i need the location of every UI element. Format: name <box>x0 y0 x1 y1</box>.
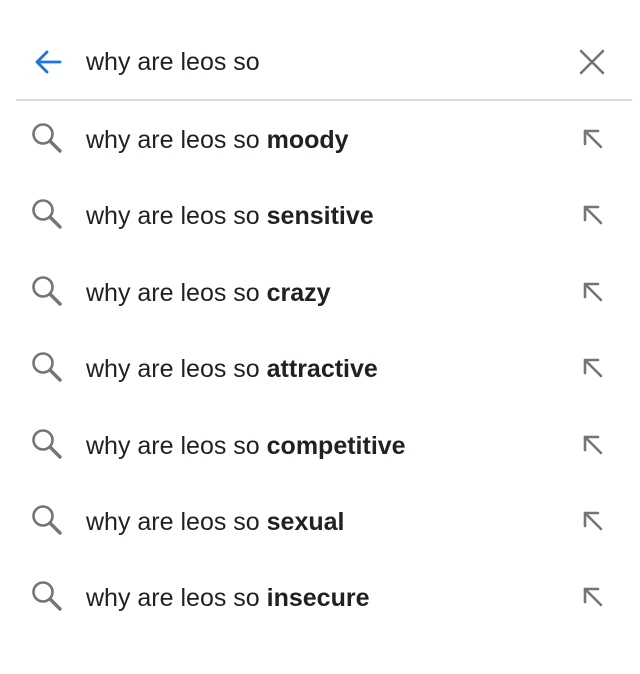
suggestion-text: why are leos so sensitive <box>86 200 374 232</box>
search-input[interactable] <box>86 44 546 80</box>
search-icon <box>32 428 62 459</box>
suggestion-list: why are leos so moody why are leos so se… <box>0 102 640 637</box>
fill-query-button[interactable] <box>574 196 612 234</box>
arrow-up-left-icon <box>583 282 603 302</box>
suggestion-item[interactable]: why are leos so competitive <box>0 408 640 484</box>
arrow-up-left-icon <box>583 129 603 149</box>
suggestion-item[interactable]: why are leos so moody <box>0 102 640 178</box>
fill-query-button[interactable] <box>574 273 612 311</box>
close-icon <box>579 49 605 75</box>
suggestion-prefix: why are leos so <box>86 584 267 613</box>
suggestion-text: why are leos so crazy <box>86 277 331 309</box>
suggestion-completion: moody <box>266 126 349 154</box>
suggestion-prefix: why are leos so <box>86 431 267 460</box>
suggestion-item[interactable]: why are leos so crazy <box>0 255 640 331</box>
search-bar <box>0 0 640 100</box>
fill-query-button[interactable] <box>574 120 612 158</box>
fill-query-button[interactable] <box>574 502 612 540</box>
fill-query-button[interactable] <box>574 426 612 464</box>
back-button[interactable] <box>28 42 68 82</box>
suggestion-prefix: why are leos so <box>86 202 267 231</box>
suggestion-prefix: why are leos so <box>86 355 267 384</box>
suggestion-prefix: why are leos so <box>86 507 267 536</box>
suggestion-item[interactable]: why are leos so sensitive <box>0 178 640 254</box>
suggestion-completion: sexual <box>266 507 345 536</box>
arrow-up-left-icon <box>583 206 603 225</box>
search-icon <box>32 199 62 230</box>
search-icon <box>32 581 62 612</box>
suggestion-item[interactable]: why are leos so sexual <box>0 484 640 560</box>
divider <box>16 99 632 101</box>
suggestion-text: why are leos so competitive <box>86 430 406 462</box>
suggestion-completion: sensitive <box>266 202 374 231</box>
fill-query-button[interactable] <box>574 578 612 616</box>
search-icon <box>32 275 62 306</box>
arrow-up-left-icon <box>583 588 603 607</box>
suggestion-completion: insecure <box>266 584 370 613</box>
arrow-up-left-icon <box>583 435 603 454</box>
search-icon <box>32 123 62 153</box>
suggestion-item[interactable]: why are leos so attractive <box>0 331 640 407</box>
arrow-left-icon <box>35 50 62 74</box>
suggestion-text: why are leos so sexual <box>86 506 344 538</box>
suggestion-text: why are leos so insecure <box>86 582 369 614</box>
fill-query-button[interactable] <box>574 349 612 387</box>
suggestion-text: why are leos so attractive <box>86 353 378 385</box>
arrow-up-left-icon <box>583 358 603 378</box>
search-icon <box>32 505 62 535</box>
suggestion-item[interactable]: why are leos so insecure <box>0 560 640 636</box>
suggestion-completion: competitive <box>266 431 406 460</box>
suggestion-text: why are leos so moody <box>86 124 349 156</box>
search-icon <box>32 352 62 382</box>
suggestion-completion: crazy <box>266 278 331 307</box>
suggestion-prefix: why are leos so <box>86 278 267 307</box>
clear-button[interactable] <box>572 42 612 82</box>
arrow-up-left-icon <box>583 511 603 531</box>
suggestion-completion: attractive <box>266 355 378 384</box>
suggestion-prefix: why are leos so <box>86 126 267 154</box>
